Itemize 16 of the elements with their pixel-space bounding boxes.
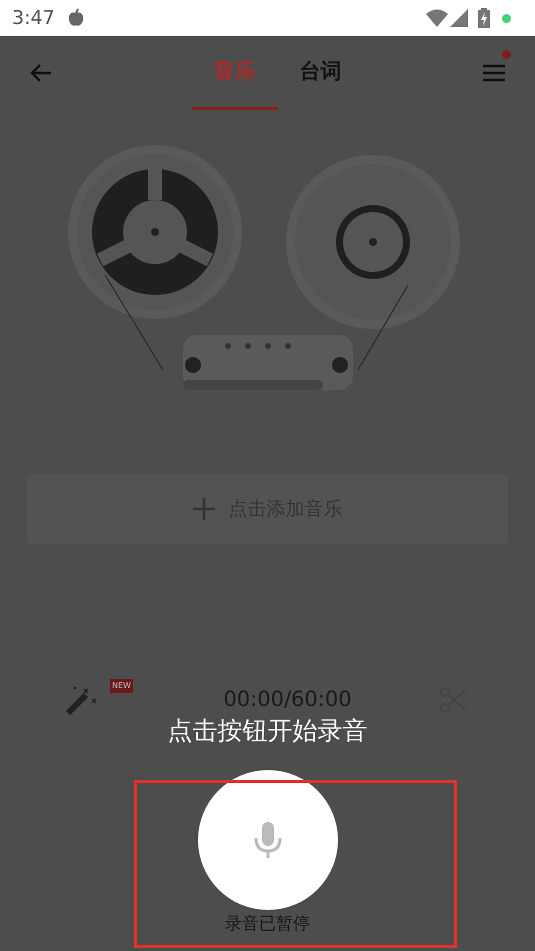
status-time: 3:47 bbox=[12, 6, 55, 31]
tab[interactable]: 音乐 bbox=[192, 36, 278, 110]
menu-icon[interactable] bbox=[483, 64, 505, 82]
plus-icon bbox=[192, 498, 214, 520]
back-arrow-icon[interactable] bbox=[30, 64, 52, 82]
magic-wand-icon[interactable] bbox=[66, 685, 96, 715]
app-notification-icon bbox=[66, 8, 85, 28]
tab[interactable]: 台词 bbox=[298, 36, 344, 110]
record-status: 录音已暂停 bbox=[225, 912, 310, 936]
hint-text: 点击按钮开始录音 bbox=[168, 715, 368, 747]
battery-icon bbox=[478, 8, 490, 28]
wifi-icon bbox=[426, 9, 448, 27]
microphone-icon bbox=[254, 822, 282, 858]
signal-icon bbox=[450, 9, 468, 27]
status-dot-icon bbox=[502, 14, 511, 22]
new-badge: NEW bbox=[110, 679, 133, 693]
